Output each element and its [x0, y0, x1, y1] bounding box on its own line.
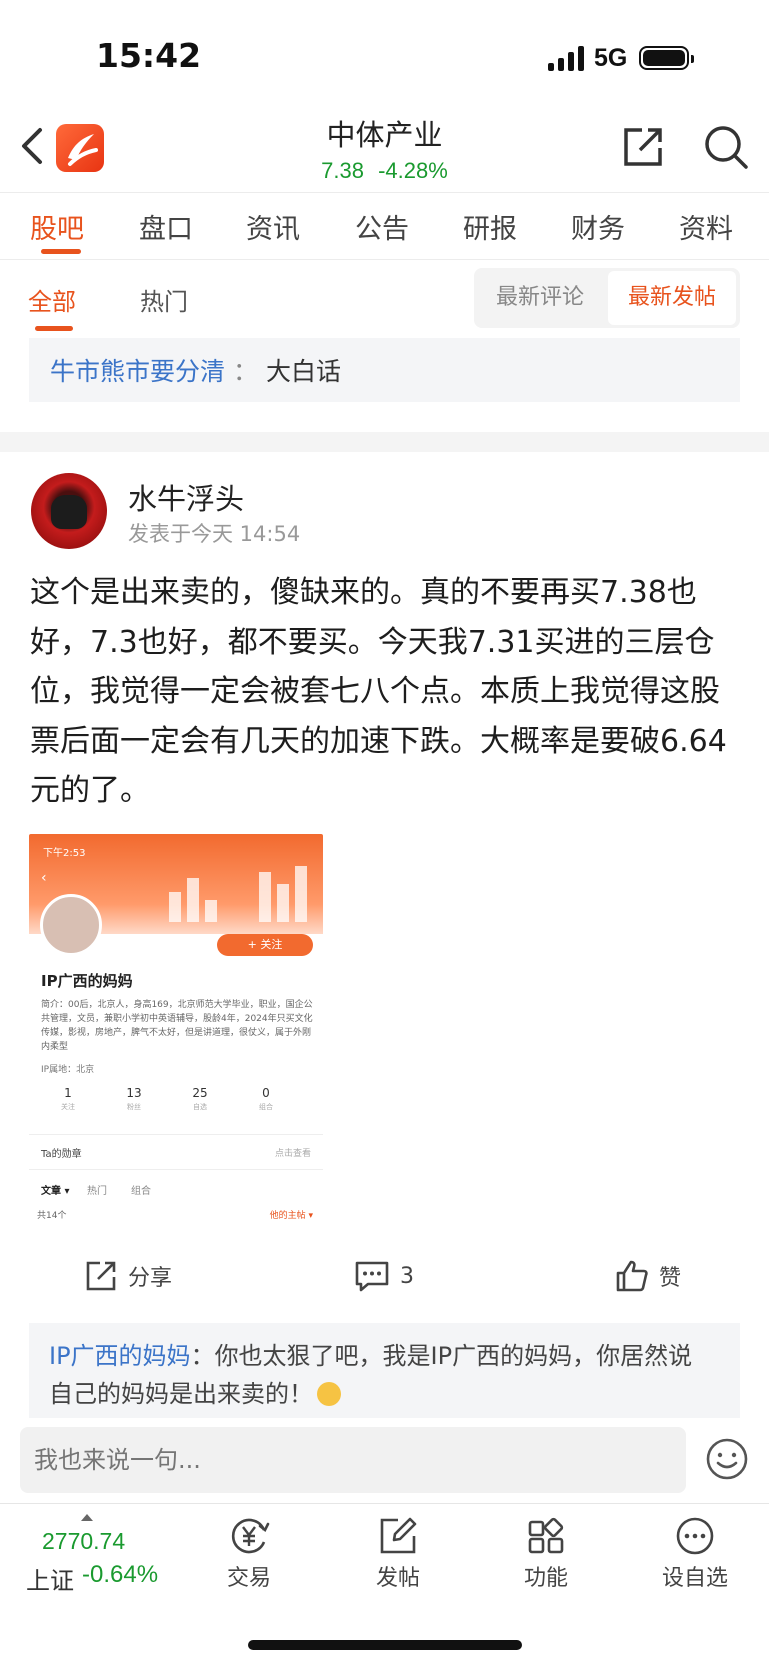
author-name[interactable]: 水牛浮头	[128, 476, 244, 518]
image-stat-value: 25	[192, 1086, 208, 1100]
comment-icon	[355, 1261, 389, 1292]
nav-bar: 中体产业 7.38 -4.28%	[0, 110, 769, 192]
share-label: 分享	[128, 1266, 173, 1291]
battery-icon	[639, 46, 695, 70]
main-tabs: 股吧 盘口 资讯 公告 研报 财务 资料	[0, 192, 769, 260]
banner-text: 牛市熊市要分清 ： 大白话	[50, 352, 341, 388]
watchlist-button[interactable]: 设自选	[650, 1516, 740, 1592]
image-bio: 简介：00后，北京人，身高169，北京师范大学毕业，职业，国企公共管理，文员，兼…	[41, 1000, 313, 1052]
emoji-icon	[317, 1382, 341, 1406]
image-stat-value: 1	[64, 1086, 72, 1100]
image-medal-link: 点击查看	[274, 1149, 311, 1159]
image-user-name: IP广西的妈妈	[41, 972, 133, 990]
trade-label: 交易	[226, 1566, 271, 1591]
tab-pankou[interactable]: 盘口	[139, 207, 193, 246]
image-stat-label: 粉丝	[127, 1103, 141, 1111]
banner-tail: 大白话	[265, 357, 341, 386]
post-body[interactable]: 这个是出来卖的，傻缺来的。真的不要再买7.38也好，7.3也好，都不要买。今天我…	[30, 568, 736, 816]
stock-change: -4.28%	[378, 158, 448, 183]
grid-icon	[528, 1517, 564, 1554]
image-count: 共14个	[37, 1211, 67, 1221]
tab-announcements[interactable]: 公告	[355, 207, 409, 246]
search-icon[interactable]	[703, 124, 749, 170]
home-indicator[interactable]	[248, 1640, 522, 1650]
tab-finance[interactable]: 财务	[571, 207, 625, 246]
tab-profile[interactable]: 资料	[679, 207, 733, 246]
share-button[interactable]: 分享	[84, 1256, 172, 1296]
image-tabs: 文章 ▾ 热门 组合	[29, 1178, 323, 1202]
status-indicators: 5G	[548, 40, 695, 76]
image-stat-label: 组合	[259, 1103, 273, 1111]
status-time: 15:42	[96, 36, 202, 75]
banner-separator: ：	[232, 357, 258, 386]
tab-news[interactable]: 资讯	[246, 207, 300, 246]
section-divider	[0, 432, 769, 452]
stock-price: 7.38	[321, 158, 364, 183]
share-icon	[86, 1261, 116, 1291]
subtab-hot[interactable]: 热门	[140, 282, 188, 317]
topic-banner[interactable]: 牛市熊市要分清 ： 大白话	[29, 338, 740, 402]
image-tab: 热门	[87, 1186, 107, 1197]
image-stat-value: 13	[126, 1086, 142, 1100]
author-avatar[interactable]	[31, 473, 107, 549]
share-icon[interactable]	[620, 124, 666, 170]
sort-latest-comment[interactable]: 最新评论	[474, 268, 606, 328]
index-value[interactable]: 2770.74	[42, 1528, 125, 1555]
signal-icon	[548, 45, 584, 71]
image-tab: 文章 ▾	[41, 1186, 70, 1197]
subtab-indicator	[35, 326, 73, 331]
emoji-icon[interactable]	[705, 1437, 749, 1481]
thumbs-up-icon	[616, 1260, 648, 1292]
function-button[interactable]: 功能	[501, 1516, 591, 1592]
sort-latest-post[interactable]: 最新发帖	[608, 271, 736, 325]
post-image[interactable]: 下午2:53 ‹ + 关注 IP广西的妈妈 简介：00后，北京人，身高169，北…	[29, 834, 323, 1224]
edit-icon	[380, 1517, 417, 1554]
image-stats: 1 关注 13 粉丝 25 自选 0 组合	[29, 1086, 323, 1126]
image-follow-button: + 关注	[217, 934, 313, 956]
active-tab-indicator	[41, 249, 81, 254]
comment-input[interactable]	[20, 1427, 686, 1493]
trade-button[interactable]: 交易	[204, 1516, 294, 1592]
comment-content: IP广西的妈妈：你也太狠了吧，我是IP广西的妈妈，你居然说自己的妈妈是出来卖的！	[49, 1337, 709, 1413]
function-label: 功能	[523, 1566, 568, 1591]
comment-count: 3	[400, 1263, 414, 1289]
image-stat-value: 0	[262, 1086, 270, 1100]
image-ip: IP属地：北京	[41, 1065, 95, 1075]
status-bar: 15:42 5G	[0, 0, 769, 110]
network-label: 5G	[594, 43, 628, 72]
sort-toggle: 最新评论 最新发帖	[474, 268, 740, 328]
image-stat-label: 自选	[193, 1103, 207, 1111]
comment-input-container	[20, 1427, 686, 1493]
image-avatar	[40, 894, 102, 956]
image-stat-label: 关注	[61, 1103, 75, 1111]
post-label: 发帖	[375, 1566, 420, 1591]
trade-icon	[231, 1518, 270, 1554]
image-medal-label: Ta的勋章	[41, 1149, 82, 1160]
more-icon	[676, 1517, 714, 1555]
image-time: 下午2:53	[43, 848, 86, 859]
image-decoration	[169, 862, 319, 922]
image-more: 他的主帖 ▾	[269, 1211, 313, 1221]
watchlist-label: 设自选	[661, 1566, 728, 1591]
banner-link[interactable]: 牛市熊市要分清	[50, 357, 225, 386]
post-button[interactable]: 发帖	[353, 1516, 443, 1592]
comment-button[interactable]: 3	[354, 1256, 414, 1296]
index-change[interactable]: -0.64%	[82, 1561, 158, 1589]
post-time: 发表于今天 14:54	[128, 522, 301, 546]
index-expand-icon[interactable]	[81, 1514, 93, 1521]
tab-research[interactable]: 研报	[463, 207, 517, 246]
like-label: 赞	[659, 1266, 682, 1291]
tab-guba[interactable]: 股吧	[30, 207, 84, 246]
image-back-icon: ‹	[41, 870, 47, 886]
like-button[interactable]: 赞	[615, 1256, 681, 1296]
image-tab: 组合	[131, 1186, 151, 1197]
image-medal-row: Ta的勋章 点击查看	[29, 1134, 323, 1170]
index-name[interactable]: 上证	[26, 1561, 74, 1596]
comment-separator: ：	[190, 1342, 215, 1370]
comment-author[interactable]: IP广西的妈妈	[49, 1342, 191, 1370]
subtab-all[interactable]: 全部	[28, 282, 76, 317]
comment-preview[interactable]: IP广西的妈妈：你也太狠了吧，我是IP广西的妈妈，你居然说自己的妈妈是出来卖的！	[29, 1323, 740, 1418]
